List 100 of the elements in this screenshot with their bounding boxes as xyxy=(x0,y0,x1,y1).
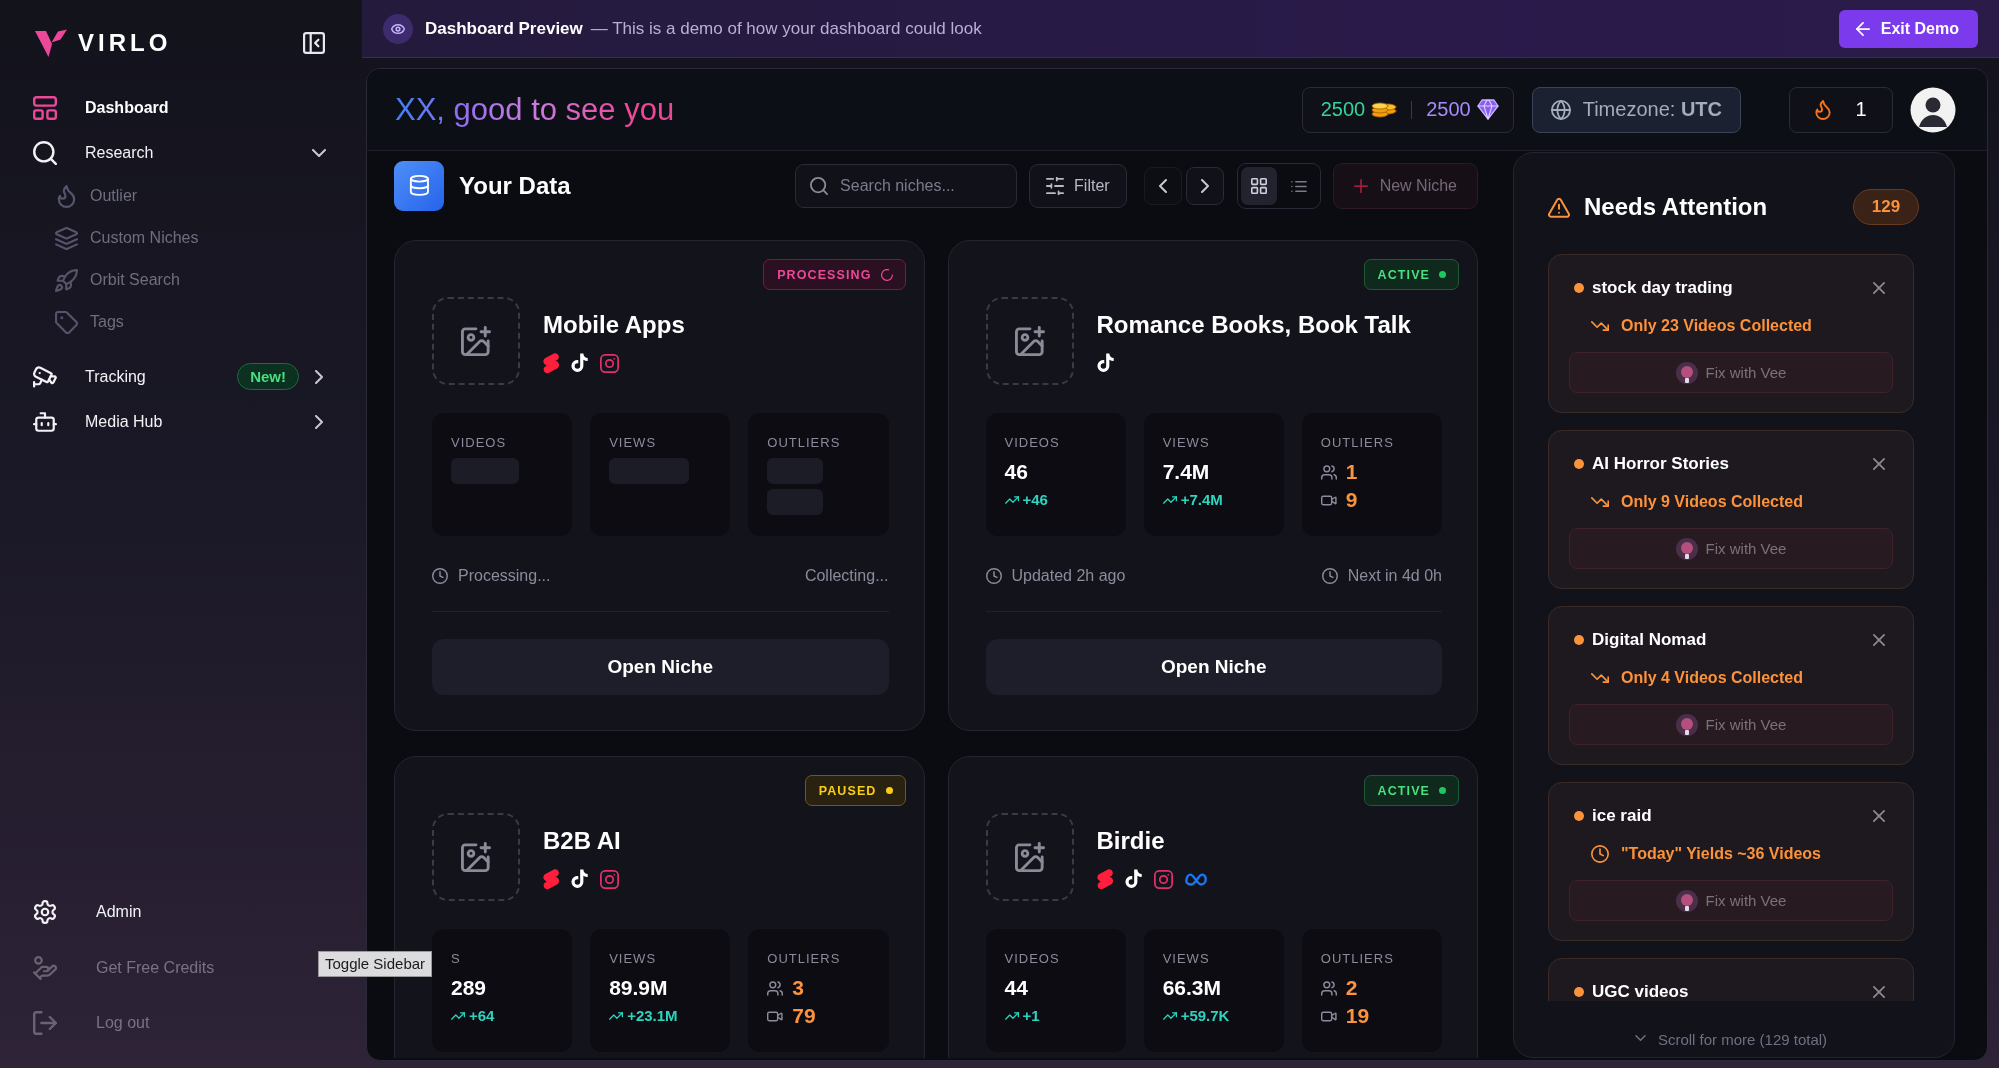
stat-label: VIEWS xyxy=(609,951,657,967)
niche-title: Mobile Apps xyxy=(543,310,685,340)
exit-demo-button[interactable]: Exit Demo xyxy=(1838,9,1978,48)
hand-icon xyxy=(33,955,57,980)
people-icon xyxy=(1320,980,1337,996)
stat-change: +1 xyxy=(1022,1007,1040,1025)
status-text: ACTIVE xyxy=(1377,267,1430,282)
flame-icon xyxy=(1815,99,1832,120)
stat-value: 7.4M xyxy=(1162,459,1210,485)
camera-icon xyxy=(600,869,619,889)
nav-item[interactable]: Get Free Credits xyxy=(33,940,215,996)
outlier-count: 9 xyxy=(1345,487,1358,513)
user-avatar[interactable] xyxy=(1910,86,1956,133)
nav-item[interactable]: Media Hub xyxy=(33,407,163,436)
fix-button[interactable]: Fix with Vee xyxy=(1569,704,1893,745)
image-placeholder[interactable] xyxy=(432,813,520,901)
chevron-right-icon[interactable] xyxy=(315,369,323,384)
status-text: PAUSED xyxy=(818,783,877,798)
outlier-count: 19 xyxy=(1345,1003,1370,1029)
coins-icon xyxy=(1371,101,1398,118)
chevron-right-icon xyxy=(1200,179,1209,193)
nav-subitem[interactable]: Outlier xyxy=(55,175,138,217)
tag-icon xyxy=(55,310,78,334)
clock-icon xyxy=(432,568,448,584)
search-field[interactable]: Search niches... xyxy=(795,164,1018,208)
nav-item[interactable]: Tracking xyxy=(33,362,146,391)
close-icon[interactable] xyxy=(1873,458,1885,470)
image-plus-icon xyxy=(1014,842,1045,872)
clock-icon xyxy=(985,568,1002,584)
status-dot-icon xyxy=(1574,459,1584,469)
nav-subitem[interactable]: Custom Niches xyxy=(55,217,199,259)
fix-button[interactable]: Fix with Vee xyxy=(1569,352,1893,393)
assistant-avatar-icon xyxy=(1675,889,1698,912)
status-dot-icon xyxy=(1439,271,1446,278)
count-badge: 129 xyxy=(1853,189,1919,225)
people-icon xyxy=(767,980,784,996)
stat-label: VIEWS xyxy=(1162,435,1210,451)
database-icon xyxy=(394,161,444,211)
layers-icon xyxy=(55,226,78,250)
sidebar-toggle-icon[interactable] xyxy=(303,32,325,54)
outlier-count: 1 xyxy=(1345,459,1358,485)
chevron-down-icon[interactable] xyxy=(312,148,326,157)
gem-icon xyxy=(1476,99,1499,120)
sliders-icon xyxy=(1046,177,1065,195)
close-icon[interactable] xyxy=(1873,282,1885,294)
coin-balance: 2500 xyxy=(1320,98,1366,121)
assistant-avatar-icon xyxy=(1675,361,1698,384)
stat-label: S xyxy=(451,951,461,967)
chevron-down-icon xyxy=(1634,1035,1646,1041)
trend-down-icon xyxy=(1591,673,1609,683)
status-dot-icon xyxy=(1439,787,1446,794)
s-shape-icon xyxy=(1096,869,1113,889)
nav-item[interactable]: Research xyxy=(33,138,154,167)
fix-button[interactable]: Fix with Vee xyxy=(1569,528,1893,569)
music-note-icon xyxy=(571,353,588,373)
outlier-count: 3 xyxy=(792,975,804,1001)
issue-text: Only 9 Videos Collected xyxy=(1621,493,1803,511)
open-niche-button[interactable]: Open Niche xyxy=(432,639,889,695)
chevron-right-icon[interactable] xyxy=(315,414,323,429)
status-dot-icon xyxy=(1574,635,1584,645)
image-placeholder[interactable] xyxy=(985,297,1074,385)
stat-label: VIDEOS xyxy=(1004,951,1060,967)
schedule-status: Next in 4d 0h xyxy=(1347,566,1442,586)
status-dot-icon xyxy=(885,787,893,794)
close-icon[interactable] xyxy=(1873,634,1885,646)
clock-icon xyxy=(1591,845,1609,863)
fix-button[interactable]: Fix with Vee xyxy=(1569,880,1893,921)
status-dot-icon xyxy=(1574,987,1584,997)
spinner-icon xyxy=(880,268,893,281)
flame-icon xyxy=(55,184,78,208)
nav-item[interactable]: Log out xyxy=(33,995,150,1051)
image-plus-icon xyxy=(1014,326,1045,356)
next-page-button[interactable] xyxy=(1185,167,1224,205)
nav-item[interactable]: Dashboard xyxy=(33,93,169,122)
nav-item[interactable]: Admin xyxy=(33,884,142,940)
stat-label: VIEWS xyxy=(609,435,657,451)
nav-subitem[interactable]: Tags xyxy=(55,301,124,343)
stat-change: +64 xyxy=(469,1007,495,1025)
close-icon[interactable] xyxy=(1873,810,1885,822)
timezone-button[interactable]: Timezone: UTC xyxy=(1531,86,1741,133)
image-placeholder[interactable] xyxy=(432,297,520,385)
s-shape-icon xyxy=(543,869,559,889)
issue-text: Only 23 Videos Collected xyxy=(1621,317,1812,335)
streak-count: 1 xyxy=(1855,98,1867,121)
robot-icon xyxy=(33,409,57,434)
assistant-avatar-icon xyxy=(1675,537,1698,560)
stat-value: 44 xyxy=(1004,975,1028,1001)
image-placeholder[interactable] xyxy=(985,813,1074,901)
security-camera-icon xyxy=(33,364,57,389)
issue-text: "Today" Yields ~36 Videos xyxy=(1621,845,1821,863)
search-icon xyxy=(810,177,829,195)
niche-title: B2B AI xyxy=(543,826,621,856)
panel-title: Needs Attention xyxy=(1584,193,1768,221)
close-icon[interactable] xyxy=(1873,986,1885,998)
banner-message: — This is a demo of how your dashboard could look xyxy=(590,18,982,39)
nav-subitem[interactable]: Orbit Search xyxy=(55,259,180,301)
stat-label: OUTLIERS xyxy=(1320,951,1394,967)
grid-view-button[interactable] xyxy=(1240,167,1277,205)
open-niche-button[interactable]: Open Niche xyxy=(985,639,1442,695)
filter-button[interactable]: Filter xyxy=(1029,164,1127,208)
